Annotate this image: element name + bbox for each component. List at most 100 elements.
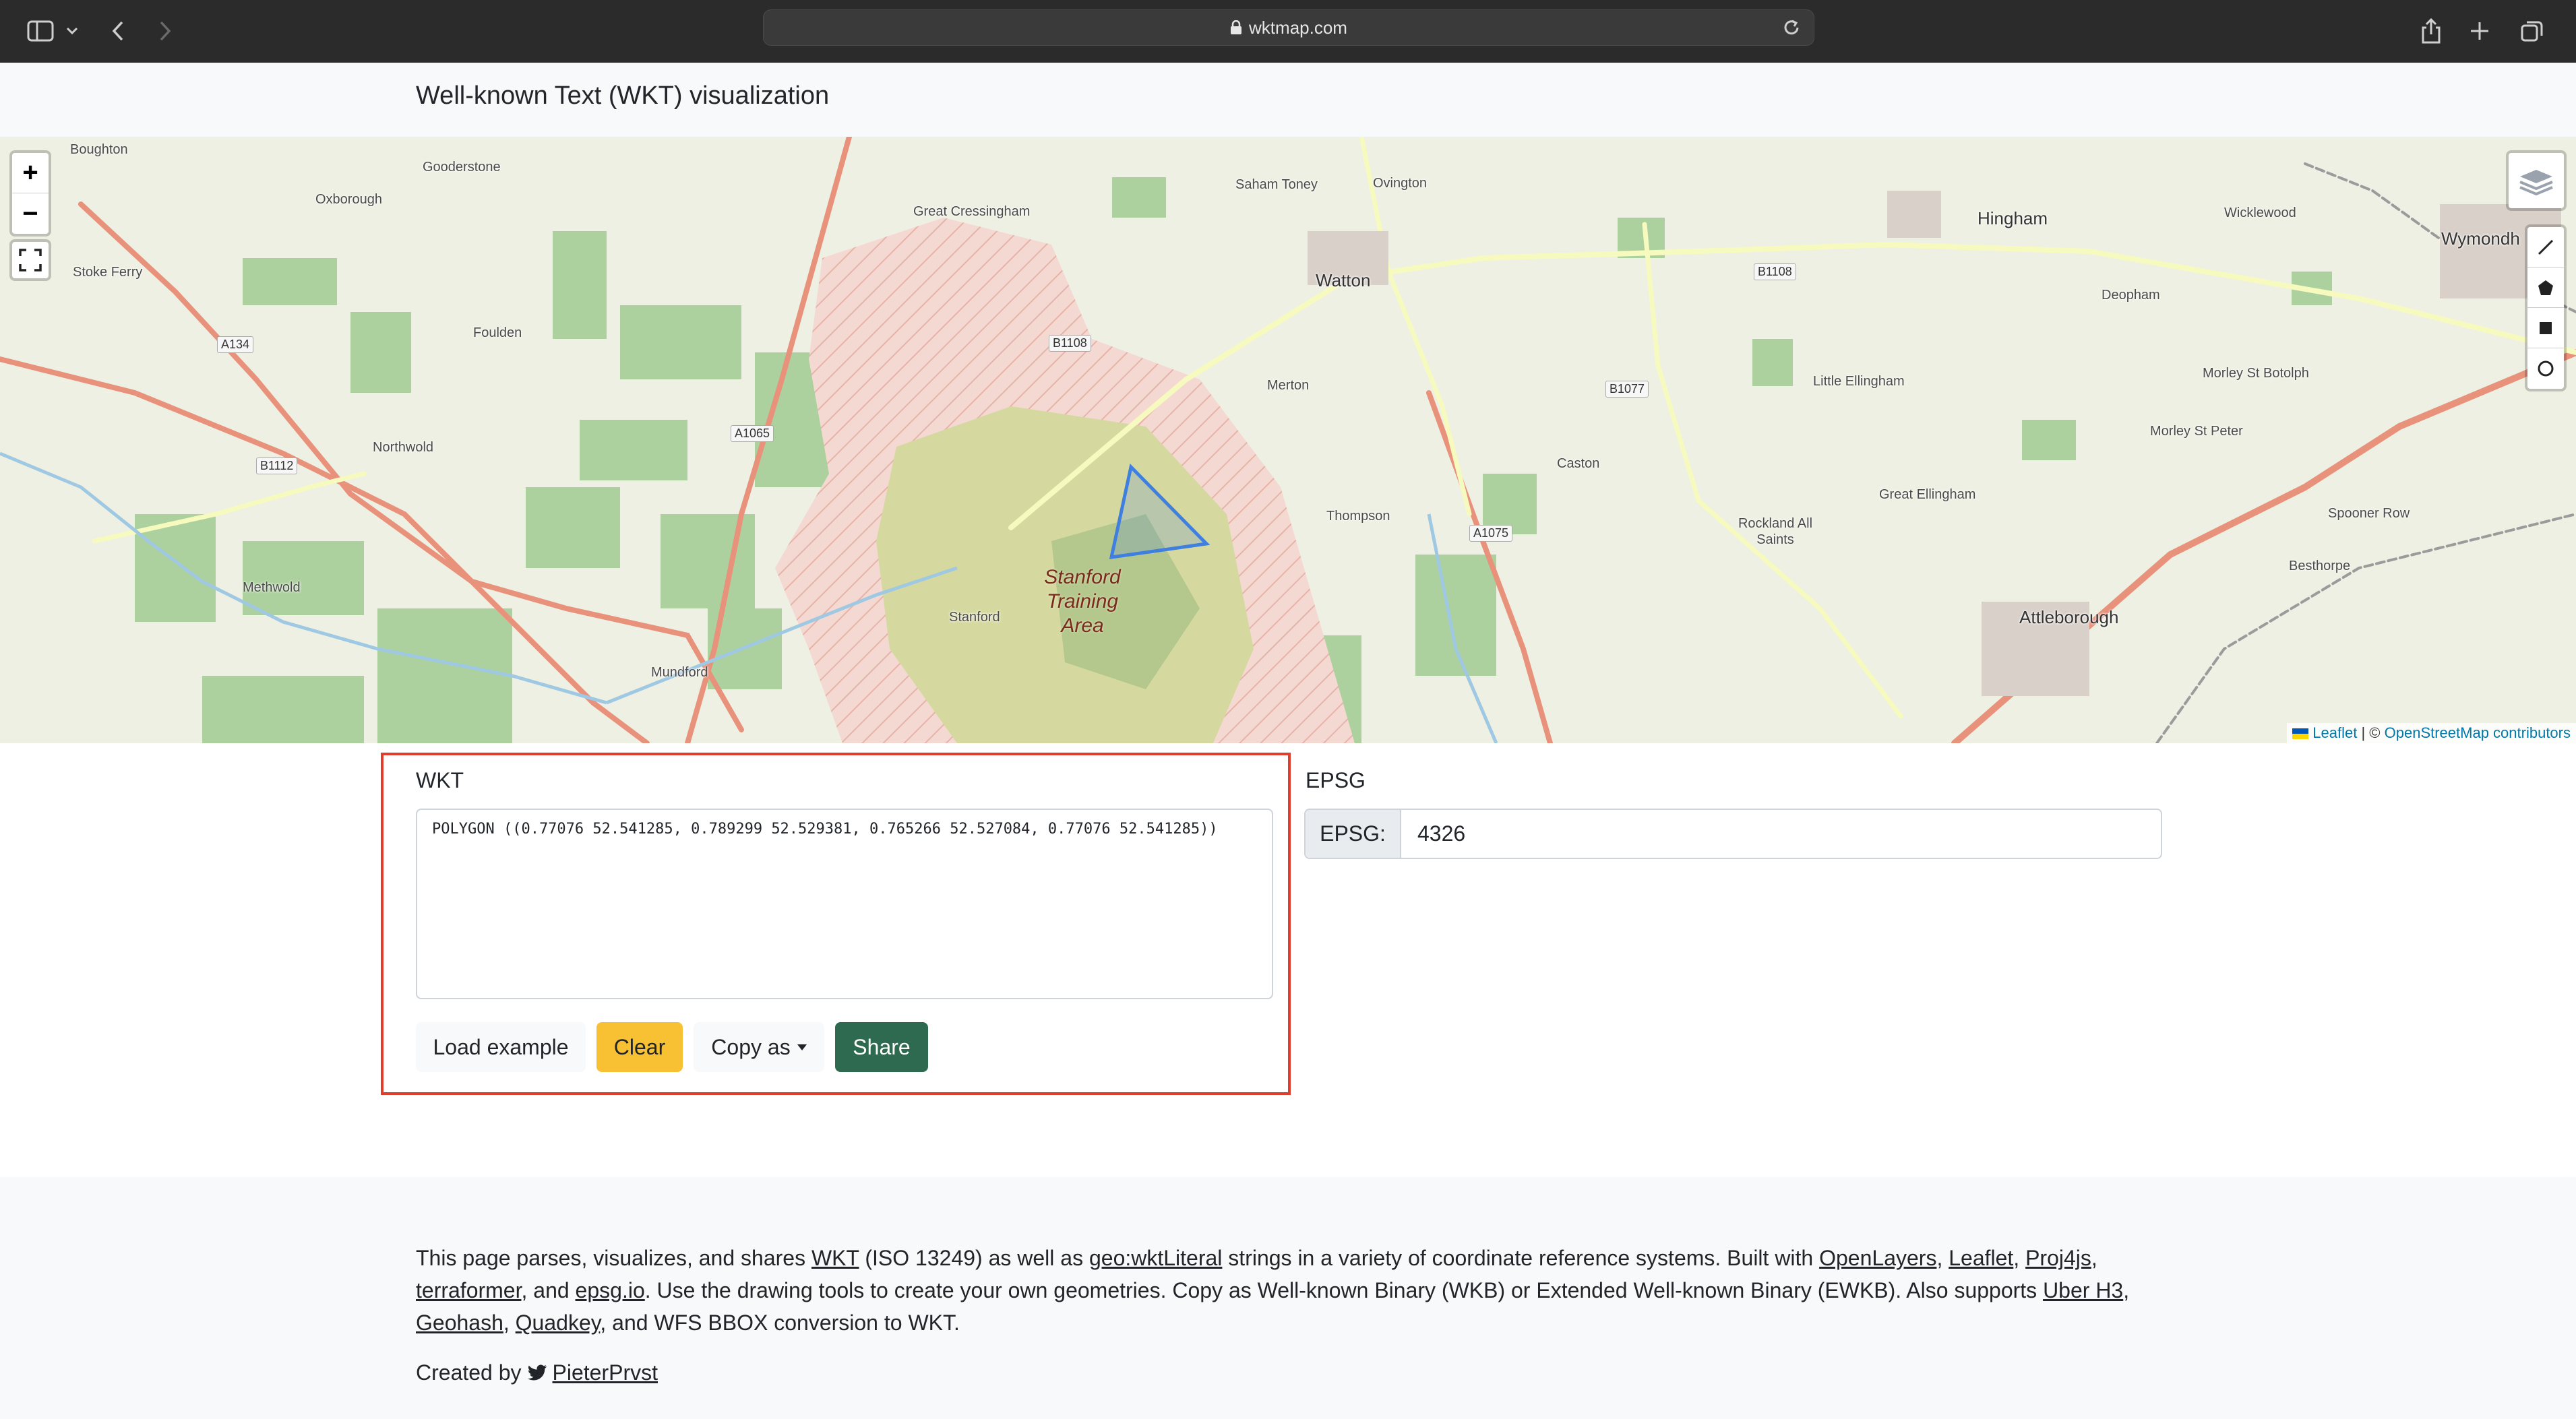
footer-text: (ISO 13249) as well as (859, 1246, 1089, 1270)
sidebar-toggle-icon[interactable] (20, 12, 61, 50)
place-label: Wymondh (2441, 228, 2520, 249)
road-label: B1112 (256, 458, 298, 474)
epsg-label: EPSG (1306, 768, 1366, 792)
quadkey-link[interactable]: Quadkey (516, 1311, 601, 1335)
leaflet-footer-link[interactable]: Leaflet (1949, 1246, 2013, 1270)
wkt-label: WKT (416, 768, 464, 792)
epsg-addon: EPSG: (1306, 810, 1401, 858)
wkt-textarea[interactable]: POLYGON ((0.77076 52.541285, 0.789299 52… (416, 809, 1273, 999)
load-example-button[interactable]: Load example (416, 1022, 586, 1072)
road-label: A134 (217, 336, 254, 353)
address-bar[interactable]: wktmap.com (763, 9, 1814, 46)
wkt-link[interactable]: WKT (811, 1246, 859, 1270)
place-label: Morley St Peter (2150, 424, 2243, 439)
share-icon[interactable] (2414, 12, 2448, 50)
place-label: Oxborough (315, 192, 382, 207)
draw-circle-icon[interactable] (2527, 348, 2564, 389)
training-area-label: Stanford Training Area (1035, 565, 1130, 638)
place-label: Merton (1267, 378, 1310, 393)
place-label: Stoke Ferry (73, 265, 143, 280)
place-label: Great Cressingham (913, 204, 1031, 219)
epsg-input[interactable] (1401, 810, 2161, 858)
road-label: B1108 (1754, 263, 1796, 280)
area-label-line: Stanford (1044, 566, 1121, 588)
url-text: wktmap.com (1249, 17, 1347, 38)
clear-button[interactable]: Clear (596, 1022, 683, 1072)
lock-icon (1230, 20, 1242, 35)
area-label-line: Training (1046, 590, 1119, 612)
draw-toolbar (2525, 224, 2567, 391)
place-label: Morley St Botolph (2203, 366, 2309, 381)
uber-h3-link[interactable]: Uber H3 (2043, 1278, 2123, 1302)
footer-text: , and (521, 1278, 576, 1302)
chevron-down-icon[interactable] (62, 12, 82, 50)
road-label: B1077 (1605, 381, 1649, 398)
place-label: Besthorpe (2289, 559, 2351, 573)
draw-rectangle-icon[interactable] (2527, 308, 2564, 348)
place-label: Foulden (473, 325, 522, 340)
forward-icon[interactable] (148, 12, 182, 50)
place-label: Northwold (373, 440, 434, 455)
road-label: A1075 (1469, 525, 1513, 542)
back-icon[interactable] (101, 12, 135, 50)
browser-toolbar: wktmap.com (0, 0, 2576, 63)
page-title: Well-known Text (WKT) visualization (416, 82, 830, 110)
geohash-link[interactable]: Geohash (416, 1311, 503, 1335)
place-label: Spooner Row (2328, 506, 2410, 521)
footer-text: . Use the drawing tools to create your o… (644, 1278, 2044, 1302)
place-label: Caston (1557, 456, 1600, 471)
osm-link[interactable]: OpenStreetMap contributors (2385, 724, 2571, 741)
created-by-text: Created by (416, 1360, 522, 1385)
place-label: Boughton (70, 142, 128, 157)
fullscreen-icon[interactable] (9, 239, 51, 281)
place-label: Mundford (651, 665, 708, 680)
reload-icon[interactable] (1781, 18, 1802, 42)
new-tab-icon[interactable] (2463, 12, 2496, 50)
place-label: Saham Toney (1235, 177, 1318, 192)
caret-down-icon (797, 1044, 807, 1050)
copy-as-dropdown-button[interactable]: Copy as (694, 1022, 824, 1072)
credits: Created by PieterPrvst (416, 1360, 658, 1385)
page-header: Well-known Text (WKT) visualization (0, 63, 2576, 137)
place-label: Wicklewood (2224, 206, 2296, 220)
footer-text: strings in a variety of coordinate refer… (1222, 1246, 1820, 1270)
author-link[interactable]: PieterPrvst (553, 1360, 658, 1385)
zoom-in-button[interactable]: + (12, 153, 49, 193)
map-view[interactable]: Boughton Gooderstone Oxborough Great Cre… (0, 137, 2576, 743)
epsg-input-group: EPSG: (1304, 809, 2162, 859)
place-label: Gooderstone (423, 160, 501, 175)
road-label: A1065 (731, 425, 774, 442)
place-label: Hingham (1977, 208, 2048, 228)
leaflet-link[interactable]: Leaflet (2312, 724, 2357, 741)
place-label: Little Ellingham (1813, 374, 1905, 389)
draw-polygon-icon[interactable] (2527, 267, 2564, 308)
footer-text: , (2123, 1278, 2130, 1302)
place-label: Thompson (1326, 509, 1390, 524)
footer-text: , (2091, 1246, 2097, 1270)
place-label: Watton (1316, 270, 1371, 290)
proj4js-link[interactable]: Proj4js (2025, 1246, 2091, 1270)
place-label: Great Ellingham (1879, 487, 1976, 502)
terraformer-link[interactable]: terraformer (416, 1278, 521, 1302)
epsg-io-link[interactable]: epsg.io (576, 1278, 645, 1302)
place-label: Methwold (243, 580, 301, 595)
share-button[interactable]: Share (835, 1022, 928, 1072)
twitter-icon (527, 1364, 547, 1382)
openlayers-link[interactable]: OpenLayers (1819, 1246, 1936, 1270)
footer: This page parses, visualizes, and shares… (0, 1177, 2576, 1419)
map-attribution: Leaflet | © OpenStreetMap contributors (2287, 723, 2576, 743)
zoom-control: + − (9, 150, 51, 236)
footer-text: , (1936, 1246, 1949, 1270)
tab-overview-icon[interactable] (2515, 12, 2549, 50)
place-label: Rockland All Saints (1738, 516, 1813, 547)
copy-as-label: Copy as (711, 1034, 791, 1059)
zoom-out-button[interactable]: − (12, 193, 49, 234)
place-label: Deopham (2102, 288, 2160, 303)
place-label: Attleborough (2019, 607, 2119, 627)
footer-text: , (503, 1311, 516, 1335)
ukraine-flag-icon (2292, 728, 2309, 739)
attribution-separator: | © (2357, 724, 2385, 741)
layers-icon[interactable] (2506, 150, 2567, 211)
draw-polyline-icon[interactable] (2527, 227, 2564, 267)
geo-wktliteral-link[interactable]: geo:wktLiteral (1089, 1246, 1222, 1270)
